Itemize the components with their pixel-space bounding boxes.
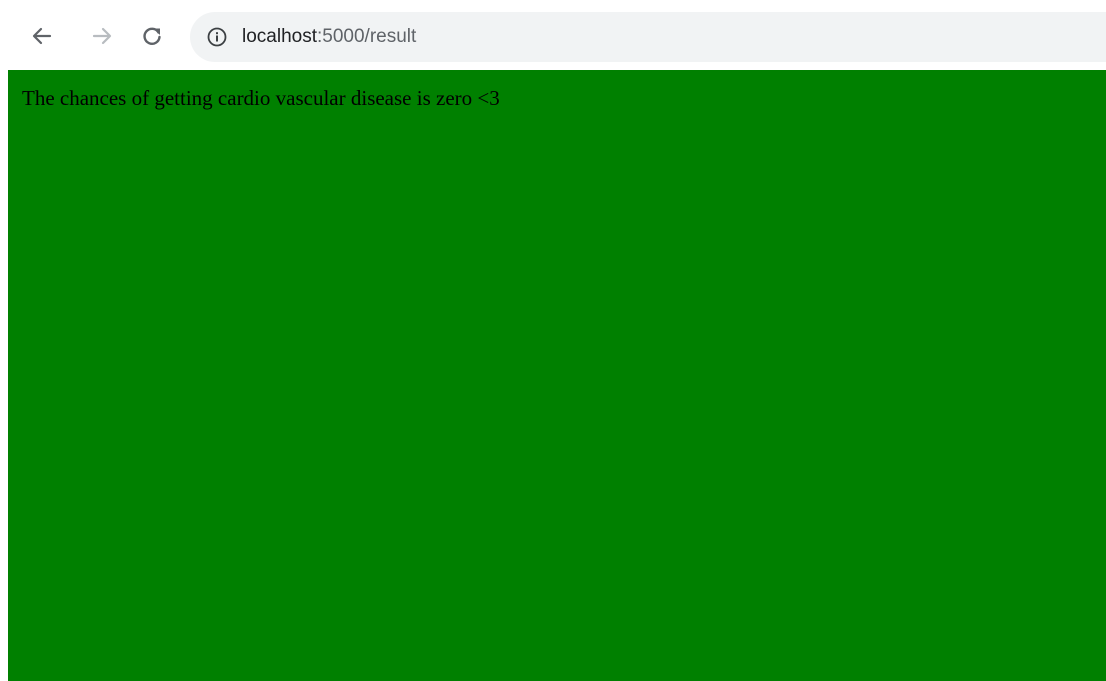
url-text[interactable]: localhost:5000/result — [242, 26, 416, 48]
forward-button[interactable] — [84, 18, 120, 54]
browser-window: localhost:5000/result The chances of get… — [0, 0, 1106, 681]
address-bar[interactable]: localhost:5000/result — [190, 12, 1106, 62]
arrow-right-icon — [92, 27, 112, 45]
result-message: The chances of getting cardio vascular d… — [22, 86, 500, 110]
arrow-left-icon — [32, 27, 52, 45]
browser-toolbar: localhost:5000/result — [0, 0, 1106, 70]
reload-icon — [143, 27, 161, 45]
back-button[interactable] — [24, 18, 60, 54]
url-host: localhost — [242, 26, 317, 47]
page-content: The chances of getting cardio vascular d… — [8, 70, 1106, 681]
info-icon[interactable] — [206, 26, 228, 48]
reload-button[interactable] — [134, 18, 170, 54]
url-path: :5000/result — [317, 26, 417, 47]
